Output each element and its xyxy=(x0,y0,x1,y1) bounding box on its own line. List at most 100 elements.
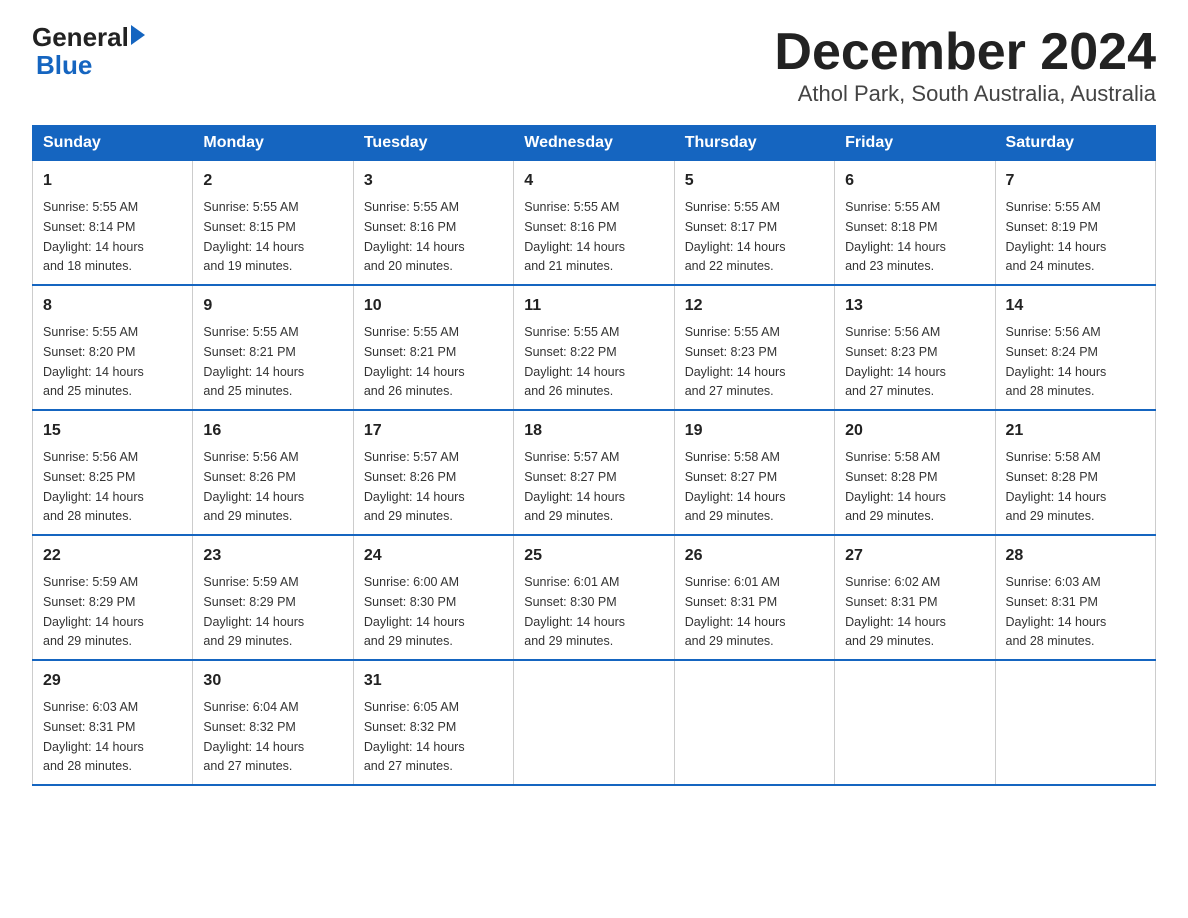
day-info: Sunrise: 5:55 AMSunset: 8:15 PMDaylight:… xyxy=(203,200,304,273)
day-info: Sunrise: 5:55 AMSunset: 8:23 PMDaylight:… xyxy=(685,325,786,398)
page-header: General Blue December 2024 Athol Park, S… xyxy=(32,24,1156,107)
day-number: 6 xyxy=(845,169,984,193)
table-row: 23 Sunrise: 5:59 AMSunset: 8:29 PMDaylig… xyxy=(193,535,353,660)
table-row: 29 Sunrise: 6:03 AMSunset: 8:31 PMDaylig… xyxy=(33,660,193,785)
day-info: Sunrise: 5:56 AMSunset: 8:25 PMDaylight:… xyxy=(43,450,144,523)
day-number: 28 xyxy=(1006,544,1145,568)
logo-general: General xyxy=(32,24,129,50)
day-info: Sunrise: 5:59 AMSunset: 8:29 PMDaylight:… xyxy=(203,575,304,648)
day-number: 19 xyxy=(685,419,824,443)
table-row xyxy=(514,660,674,785)
day-info: Sunrise: 5:55 AMSunset: 8:21 PMDaylight:… xyxy=(364,325,465,398)
day-number: 20 xyxy=(845,419,984,443)
calendar-week-row: 8 Sunrise: 5:55 AMSunset: 8:20 PMDayligh… xyxy=(33,285,1156,410)
logo: General Blue xyxy=(32,24,145,81)
day-info: Sunrise: 5:58 AMSunset: 8:27 PMDaylight:… xyxy=(685,450,786,523)
table-row xyxy=(674,660,834,785)
col-saturday: Saturday xyxy=(995,126,1155,161)
calendar-subtitle: Athol Park, South Australia, Australia xyxy=(774,81,1156,107)
day-info: Sunrise: 5:55 AMSunset: 8:19 PMDaylight:… xyxy=(1006,200,1107,273)
table-row: 26 Sunrise: 6:01 AMSunset: 8:31 PMDaylig… xyxy=(674,535,834,660)
day-number: 7 xyxy=(1006,169,1145,193)
day-number: 24 xyxy=(364,544,503,568)
day-info: Sunrise: 5:57 AMSunset: 8:26 PMDaylight:… xyxy=(364,450,465,523)
table-row: 13 Sunrise: 5:56 AMSunset: 8:23 PMDaylig… xyxy=(835,285,995,410)
table-row: 25 Sunrise: 6:01 AMSunset: 8:30 PMDaylig… xyxy=(514,535,674,660)
day-info: Sunrise: 5:55 AMSunset: 8:22 PMDaylight:… xyxy=(524,325,625,398)
day-number: 15 xyxy=(43,419,182,443)
table-row: 12 Sunrise: 5:55 AMSunset: 8:23 PMDaylig… xyxy=(674,285,834,410)
day-info: Sunrise: 5:55 AMSunset: 8:16 PMDaylight:… xyxy=(524,200,625,273)
day-number: 18 xyxy=(524,419,663,443)
day-number: 27 xyxy=(845,544,984,568)
table-row: 15 Sunrise: 5:56 AMSunset: 8:25 PMDaylig… xyxy=(33,410,193,535)
day-number: 4 xyxy=(524,169,663,193)
table-row: 31 Sunrise: 6:05 AMSunset: 8:32 PMDaylig… xyxy=(353,660,513,785)
day-info: Sunrise: 5:56 AMSunset: 8:23 PMDaylight:… xyxy=(845,325,946,398)
table-row: 18 Sunrise: 5:57 AMSunset: 8:27 PMDaylig… xyxy=(514,410,674,535)
day-info: Sunrise: 6:03 AMSunset: 8:31 PMDaylight:… xyxy=(1006,575,1107,648)
day-number: 1 xyxy=(43,169,182,193)
day-number: 23 xyxy=(203,544,342,568)
day-info: Sunrise: 6:05 AMSunset: 8:32 PMDaylight:… xyxy=(364,700,465,773)
day-info: Sunrise: 5:58 AMSunset: 8:28 PMDaylight:… xyxy=(1006,450,1107,523)
day-info: Sunrise: 5:55 AMSunset: 8:18 PMDaylight:… xyxy=(845,200,946,273)
calendar-header-row: Sunday Monday Tuesday Wednesday Thursday… xyxy=(33,126,1156,161)
day-number: 13 xyxy=(845,294,984,318)
day-number: 11 xyxy=(524,294,663,318)
day-info: Sunrise: 6:04 AMSunset: 8:32 PMDaylight:… xyxy=(203,700,304,773)
table-row: 30 Sunrise: 6:04 AMSunset: 8:32 PMDaylig… xyxy=(193,660,353,785)
col-tuesday: Tuesday xyxy=(353,126,513,161)
col-sunday: Sunday xyxy=(33,126,193,161)
day-number: 29 xyxy=(43,669,182,693)
table-row: 11 Sunrise: 5:55 AMSunset: 8:22 PMDaylig… xyxy=(514,285,674,410)
day-number: 30 xyxy=(203,669,342,693)
day-number: 22 xyxy=(43,544,182,568)
day-number: 14 xyxy=(1006,294,1145,318)
day-number: 3 xyxy=(364,169,503,193)
col-wednesday: Wednesday xyxy=(514,126,674,161)
table-row: 7 Sunrise: 5:55 AMSunset: 8:19 PMDayligh… xyxy=(995,161,1155,286)
table-row: 16 Sunrise: 5:56 AMSunset: 8:26 PMDaylig… xyxy=(193,410,353,535)
table-row: 22 Sunrise: 5:59 AMSunset: 8:29 PMDaylig… xyxy=(33,535,193,660)
day-info: Sunrise: 5:57 AMSunset: 8:27 PMDaylight:… xyxy=(524,450,625,523)
day-number: 16 xyxy=(203,419,342,443)
calendar-table: Sunday Monday Tuesday Wednesday Thursday… xyxy=(32,125,1156,786)
table-row: 2 Sunrise: 5:55 AMSunset: 8:15 PMDayligh… xyxy=(193,161,353,286)
day-number: 31 xyxy=(364,669,503,693)
day-info: Sunrise: 5:58 AMSunset: 8:28 PMDaylight:… xyxy=(845,450,946,523)
day-number: 21 xyxy=(1006,419,1145,443)
table-row: 8 Sunrise: 5:55 AMSunset: 8:20 PMDayligh… xyxy=(33,285,193,410)
table-row: 4 Sunrise: 5:55 AMSunset: 8:16 PMDayligh… xyxy=(514,161,674,286)
col-friday: Friday xyxy=(835,126,995,161)
table-row: 1 Sunrise: 5:55 AMSunset: 8:14 PMDayligh… xyxy=(33,161,193,286)
col-thursday: Thursday xyxy=(674,126,834,161)
day-number: 26 xyxy=(685,544,824,568)
day-info: Sunrise: 5:55 AMSunset: 8:16 PMDaylight:… xyxy=(364,200,465,273)
table-row: 28 Sunrise: 6:03 AMSunset: 8:31 PMDaylig… xyxy=(995,535,1155,660)
day-info: Sunrise: 5:55 AMSunset: 8:14 PMDaylight:… xyxy=(43,200,144,273)
day-info: Sunrise: 6:02 AMSunset: 8:31 PMDaylight:… xyxy=(845,575,946,648)
table-row: 10 Sunrise: 5:55 AMSunset: 8:21 PMDaylig… xyxy=(353,285,513,410)
day-number: 2 xyxy=(203,169,342,193)
table-row: 17 Sunrise: 5:57 AMSunset: 8:26 PMDaylig… xyxy=(353,410,513,535)
table-row: 6 Sunrise: 5:55 AMSunset: 8:18 PMDayligh… xyxy=(835,161,995,286)
day-number: 12 xyxy=(685,294,824,318)
day-info: Sunrise: 5:55 AMSunset: 8:21 PMDaylight:… xyxy=(203,325,304,398)
day-number: 9 xyxy=(203,294,342,318)
table-row: 5 Sunrise: 5:55 AMSunset: 8:17 PMDayligh… xyxy=(674,161,834,286)
day-info: Sunrise: 5:55 AMSunset: 8:20 PMDaylight:… xyxy=(43,325,144,398)
table-row: 21 Sunrise: 5:58 AMSunset: 8:28 PMDaylig… xyxy=(995,410,1155,535)
day-number: 10 xyxy=(364,294,503,318)
table-row: 19 Sunrise: 5:58 AMSunset: 8:27 PMDaylig… xyxy=(674,410,834,535)
day-info: Sunrise: 5:55 AMSunset: 8:17 PMDaylight:… xyxy=(685,200,786,273)
logo-blue: Blue xyxy=(36,50,92,80)
day-info: Sunrise: 5:56 AMSunset: 8:24 PMDaylight:… xyxy=(1006,325,1107,398)
day-number: 25 xyxy=(524,544,663,568)
day-info: Sunrise: 6:00 AMSunset: 8:30 PMDaylight:… xyxy=(364,575,465,648)
day-info: Sunrise: 6:01 AMSunset: 8:30 PMDaylight:… xyxy=(524,575,625,648)
day-number: 8 xyxy=(43,294,182,318)
day-number: 17 xyxy=(364,419,503,443)
day-info: Sunrise: 6:01 AMSunset: 8:31 PMDaylight:… xyxy=(685,575,786,648)
table-row xyxy=(835,660,995,785)
